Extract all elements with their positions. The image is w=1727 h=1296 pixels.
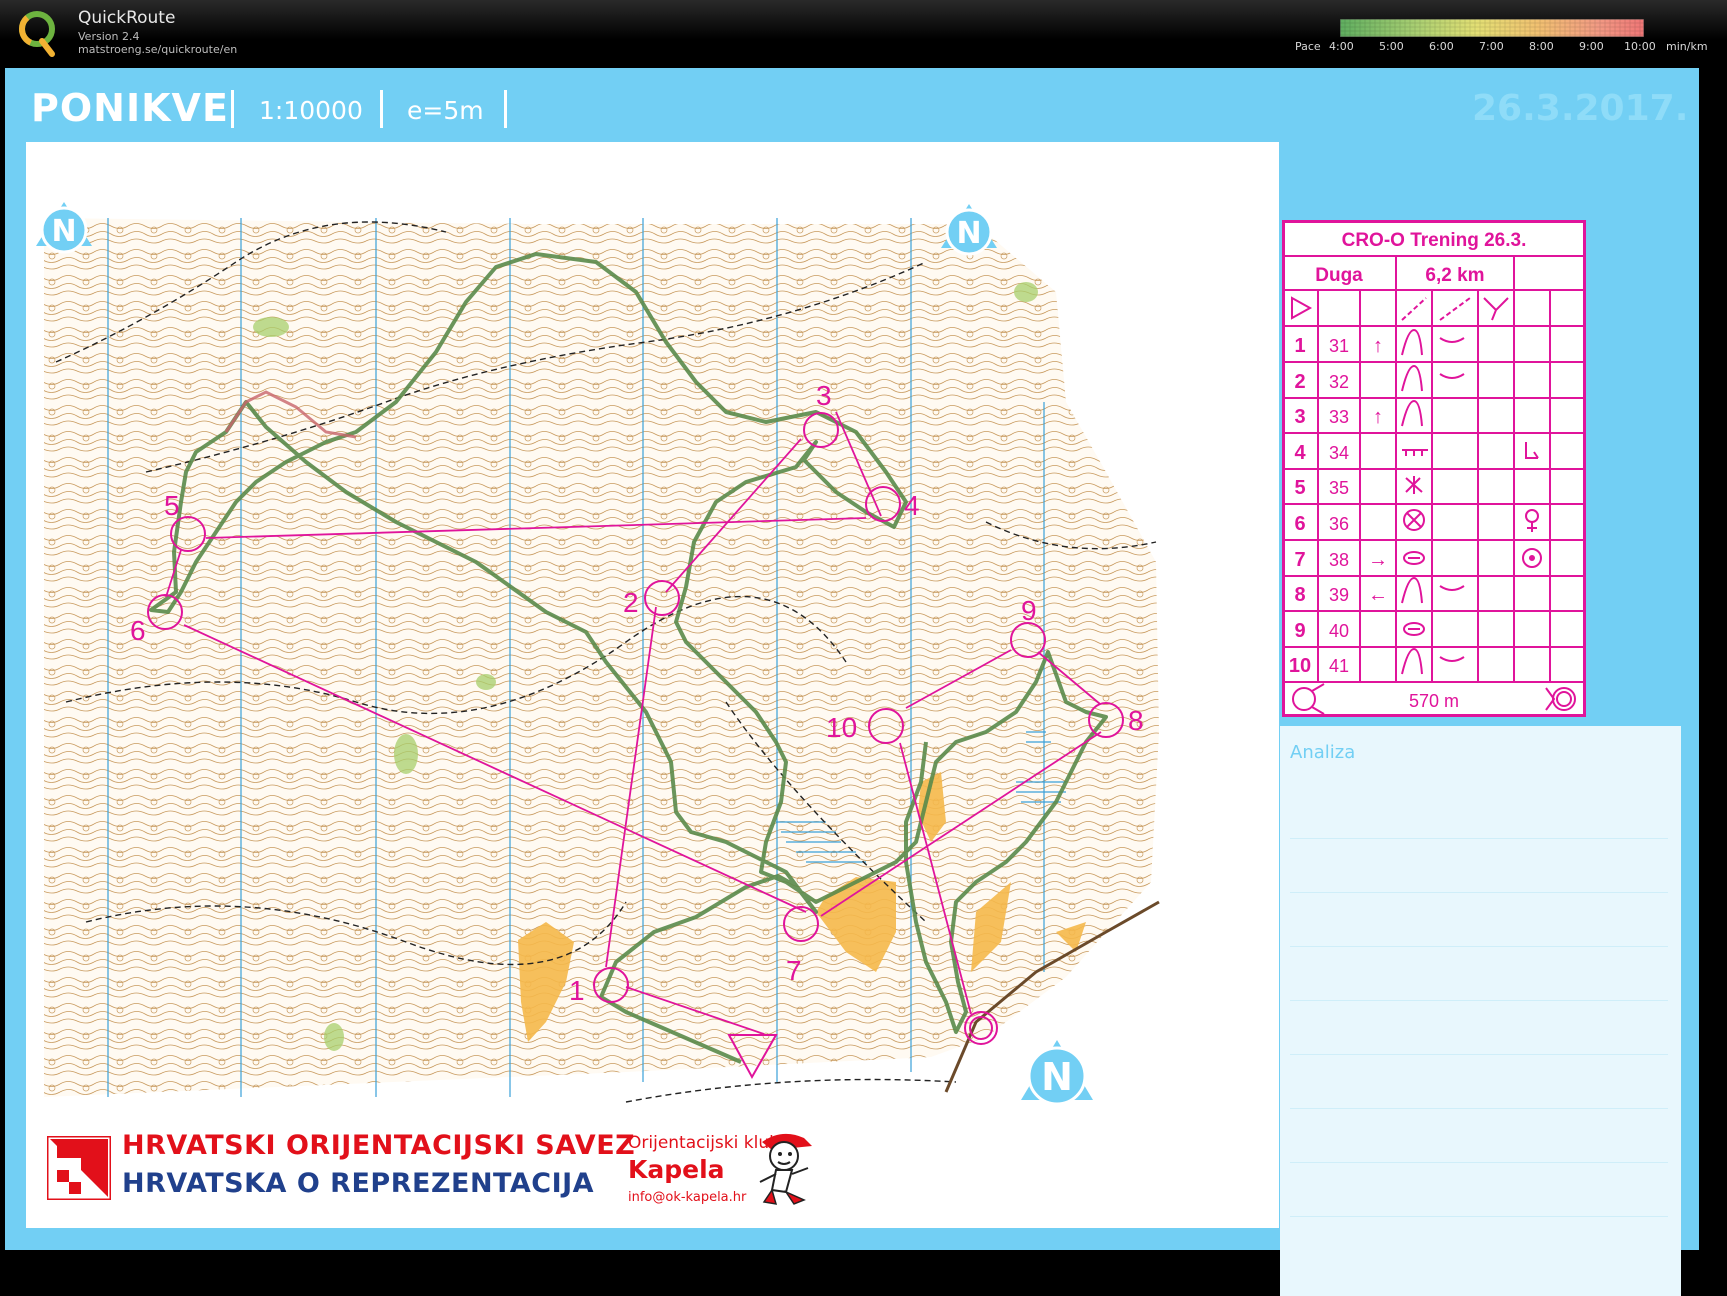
control-row-code: 32 — [1329, 372, 1349, 392]
pace-unit: min/km — [1666, 40, 1708, 53]
control-number: 7 — [786, 955, 802, 986]
club-email[interactable]: info@ok-kapela.hr — [628, 1190, 746, 1205]
header-divider — [504, 90, 507, 128]
control-row-code: 33 — [1329, 407, 1349, 427]
course-length: 6,2 km — [1425, 265, 1484, 286]
control-row-direction: → — [1368, 549, 1388, 571]
analysis-line — [1290, 1054, 1668, 1055]
control-descriptions-table: CRO-O Trening 26.3. Duga 6,2 km 1 31 ↑ 2… — [1282, 220, 1586, 717]
map-canvas[interactable]: 1 2 3 4 5 6 7 8 9 10 N N N — [26, 142, 1279, 1228]
orienteering-map[interactable]: 1 2 3 4 5 6 7 8 9 10 N N N — [26, 142, 1279, 1228]
control-row-number: 3 — [1294, 406, 1305, 428]
club-mascot-icon — [759, 1133, 812, 1205]
control-row-code: 36 — [1329, 514, 1349, 534]
header-divider — [380, 90, 383, 128]
control-row-direction: ↑ — [1373, 335, 1383, 357]
analysis-line — [1290, 892, 1668, 893]
analysis-line — [1290, 838, 1668, 839]
north-arrow-icon: N — [36, 202, 92, 254]
control-number: 5 — [164, 490, 180, 521]
pace-color-scale — [1340, 19, 1644, 37]
map-equidistance: e=5m — [407, 96, 484, 125]
pace-tick: 8:00 — [1529, 40, 1554, 53]
control-number: 8 — [1128, 705, 1144, 736]
control-row-number: 10 — [1289, 655, 1311, 677]
event-name: CRO-O Trening 26.3. — [1342, 230, 1527, 251]
analysis-line — [1290, 1108, 1668, 1109]
analysis-line — [1290, 1216, 1668, 1217]
finish-distance: 570 m — [1409, 691, 1459, 711]
map-scale: 1:10000 — [259, 96, 363, 125]
pace-tick: 4:00 — [1329, 40, 1354, 53]
app-name: QuickRoute — [78, 8, 176, 28]
control-row-number: 5 — [1294, 477, 1305, 499]
map-sheet[interactable]: PONIKVE 1:10000 e=5m 26.3.2017. 1 2 3 4 … — [5, 68, 1699, 1296]
control-row-number: 2 — [1294, 371, 1305, 393]
north-arrow-icon: N — [1021, 1040, 1093, 1106]
control-row-number: 6 — [1294, 513, 1305, 535]
control-row-code: 31 — [1329, 336, 1349, 356]
svg-text:N: N — [51, 214, 76, 249]
analysis-panel[interactable]: Analiza — [1280, 726, 1681, 1296]
control-row-number: 9 — [1294, 620, 1305, 642]
control-number: 6 — [130, 615, 146, 646]
federation-logo-icon — [47, 1136, 111, 1200]
course-name: Duga — [1315, 265, 1363, 286]
app-url[interactable]: matstroeng.se/quickroute/en — [78, 43, 237, 56]
control-number: 1 — [569, 975, 585, 1006]
pace-tick: 10:00 — [1624, 40, 1656, 53]
svg-text:N: N — [1041, 1055, 1073, 1099]
control-number: 2 — [623, 587, 639, 618]
federation-team: HRVATSKA O REPREZENTACIJA — [122, 1168, 595, 1199]
quickroute-logo-icon — [19, 11, 55, 57]
control-row-code: 35 — [1329, 478, 1349, 498]
analysis-line — [1290, 946, 1668, 947]
control-row-number: 4 — [1294, 442, 1306, 464]
federation-name: HRVATSKI ORIJENTACIJSKI SAVEZ — [122, 1130, 636, 1161]
analysis-title: Analiza — [1290, 742, 1356, 763]
control-number: 3 — [816, 380, 832, 411]
control-number: 9 — [1021, 595, 1037, 626]
control-row-number: 1 — [1294, 335, 1305, 357]
map-date: 26.3.2017. — [1472, 88, 1689, 129]
north-arrow-icon: N — [941, 204, 997, 256]
control-row-number: 8 — [1294, 584, 1305, 606]
club-name: Kapela — [628, 1155, 725, 1184]
pace-tick: 7:00 — [1479, 40, 1504, 53]
svg-text:N: N — [956, 216, 981, 251]
analysis-line — [1290, 1162, 1668, 1163]
control-number: 4 — [904, 490, 920, 521]
app-version: Version 2.4 — [78, 30, 140, 43]
pace-tick: 5:00 — [1379, 40, 1404, 53]
control-row-code: 40 — [1329, 621, 1349, 641]
control-row-code: 38 — [1329, 550, 1349, 570]
control-row-code: 41 — [1329, 656, 1349, 676]
control-row-code: 34 — [1329, 443, 1349, 463]
map-title: PONIKVE — [31, 86, 229, 130]
control-row-code: 39 — [1329, 585, 1349, 605]
pace-label: Pace — [1295, 40, 1321, 53]
analysis-line — [1290, 1000, 1668, 1001]
control-row-direction: ↑ — [1373, 406, 1383, 428]
pace-tick: 9:00 — [1579, 40, 1604, 53]
header-divider — [231, 90, 234, 128]
control-row-number: 7 — [1294, 549, 1305, 571]
control-row-direction: ← — [1368, 584, 1388, 606]
control-number: 10 — [826, 712, 857, 743]
app-title-bar: QuickRoute Version 2.4 matstroeng.se/qui… — [0, 0, 1727, 66]
pace-tick: 6:00 — [1429, 40, 1454, 53]
